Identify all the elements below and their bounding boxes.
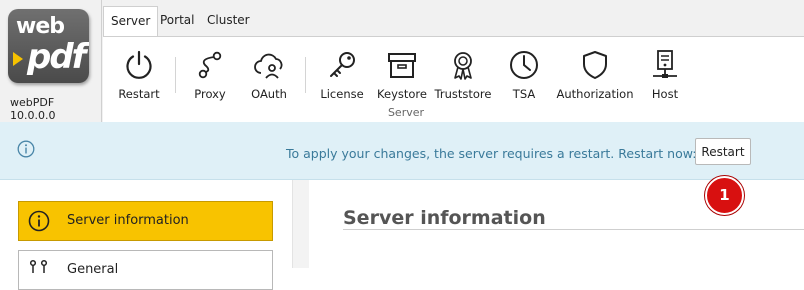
logo-area: web pdf webPDF 10.0.0.0 bbox=[0, 0, 102, 122]
pane-splitter-scrollbar[interactable] bbox=[292, 180, 310, 268]
shield-icon bbox=[583, 51, 607, 79]
title-divider bbox=[343, 229, 804, 230]
page-title: Server information bbox=[343, 207, 546, 229]
archive-box-icon bbox=[388, 53, 416, 78]
proxy-icon bbox=[198, 51, 222, 79]
webpdf-logo: web pdf bbox=[8, 9, 89, 83]
oauth-ribbon-button[interactable]: OAuth bbox=[249, 49, 289, 101]
tsa-ribbon-label: TSA bbox=[512, 87, 536, 101]
truststore-ribbon-label: Truststore bbox=[434, 87, 492, 101]
restart-now-button[interactable]: Restart bbox=[695, 138, 751, 165]
nav-item-general[interactable]: General bbox=[18, 250, 273, 290]
step-number-badge: 1 bbox=[705, 176, 744, 215]
nav-item-server-information[interactable]: Server information bbox=[18, 201, 273, 241]
restart-ribbon-label: Restart bbox=[118, 87, 160, 101]
license-ribbon-button[interactable]: License bbox=[319, 49, 365, 101]
top-ribbon-bar: web pdf webPDF 10.0.0.0 Server Portal Cl… bbox=[0, 0, 804, 123]
tsa-ribbon-button[interactable]: TSA bbox=[505, 49, 543, 101]
keystore-ribbon-label: Keystore bbox=[377, 87, 427, 101]
ribbon-group-label: Server bbox=[387, 106, 425, 119]
host-ribbon-label: Host bbox=[651, 87, 679, 101]
tab-portal[interactable]: Portal bbox=[153, 6, 201, 35]
oauth-ribbon-label: OAuth bbox=[251, 87, 287, 101]
info-circle-icon bbox=[28, 210, 50, 232]
logo-arrow-icon bbox=[13, 52, 23, 66]
info-circle-icon bbox=[17, 140, 35, 158]
ribbon-separator bbox=[305, 57, 306, 93]
restart-ribbon-button[interactable]: Restart bbox=[117, 49, 161, 101]
nav-item-label: General bbox=[67, 262, 119, 277]
restart-message: To apply your changes, the server requir… bbox=[286, 146, 697, 161]
award-ribbon-icon bbox=[454, 52, 472, 80]
truststore-ribbon-button[interactable]: Truststore bbox=[434, 49, 492, 101]
connection-icon bbox=[29, 259, 48, 273]
cloud-user-icon bbox=[254, 53, 283, 79]
restart-info-bar: To apply your changes, the server requir… bbox=[0, 122, 804, 180]
power-icon bbox=[126, 50, 152, 79]
logo-text-web: web bbox=[16, 14, 65, 39]
proxy-ribbon-button[interactable]: Proxy bbox=[190, 49, 230, 101]
server-host-icon bbox=[653, 50, 677, 78]
keystore-ribbon-button[interactable]: Keystore bbox=[377, 49, 427, 101]
authorization-ribbon-label: Authorization bbox=[556, 87, 634, 101]
clock-icon bbox=[510, 51, 538, 79]
tab-server[interactable]: Server bbox=[103, 6, 159, 37]
ribbon-separator bbox=[175, 57, 176, 93]
license-ribbon-label: License bbox=[320, 87, 364, 101]
ribbon-panel: Restart Proxy OAuth License Keystore Tru… bbox=[103, 36, 804, 123]
navigation-pane: Server information General bbox=[0, 180, 292, 290]
key-icon bbox=[330, 52, 355, 77]
proxy-ribbon-label: Proxy bbox=[194, 87, 226, 101]
nav-item-label: Server information bbox=[67, 213, 189, 228]
app-version: webPDF 10.0.0.0 bbox=[10, 96, 56, 122]
authorization-ribbon-button[interactable]: Authorization bbox=[555, 49, 635, 101]
logo-text-pdf: pdf bbox=[27, 37, 86, 77]
tab-cluster[interactable]: Cluster bbox=[200, 6, 257, 35]
host-ribbon-button[interactable]: Host bbox=[646, 49, 684, 101]
